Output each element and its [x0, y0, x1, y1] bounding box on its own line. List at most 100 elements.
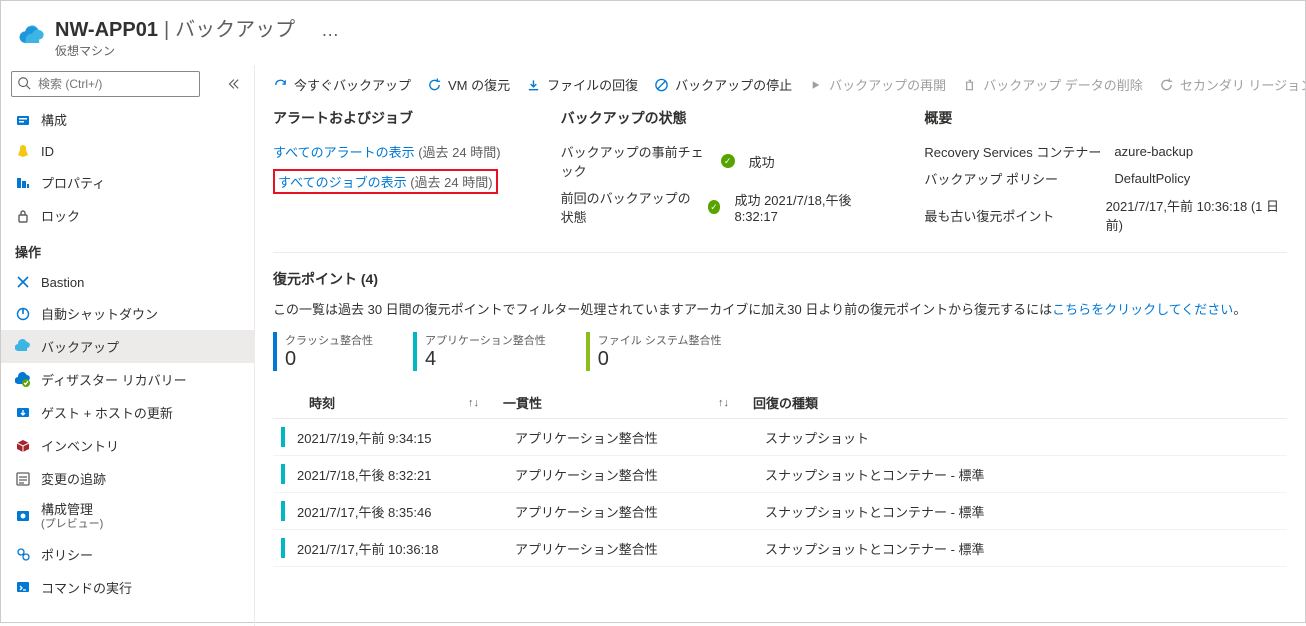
rp-consistency: アプリケーション整合性	[515, 428, 765, 447]
restore-helper-link[interactable]: こちらをクリックしてください	[1052, 302, 1233, 317]
delete-icon	[962, 77, 977, 92]
sidebar-item-lock[interactable]: ロック	[1, 199, 254, 232]
col-time-header[interactable]: 時刻 ↑↓	[273, 393, 503, 412]
toolbar-stop-button[interactable]: バックアップの停止	[654, 75, 792, 94]
blade-subtitle: バックアップ	[175, 13, 295, 42]
sidebar-item-label: ID	[41, 144, 54, 159]
restore-helper-text: この一覧は過去 30 日間の復元ポイントでフィルター処理されていますアーカイブに…	[273, 299, 1287, 318]
sidebar-item-runcmd[interactable]: コマンドの実行	[1, 571, 254, 604]
sidebar-item-label: プロパティ	[41, 173, 105, 192]
search-icon	[17, 76, 31, 90]
restore-point-row[interactable]: 2021/7/17,午後 8:35:46 アプリケーション整合性 スナップショッ…	[273, 493, 1287, 530]
collapse-sidebar-button[interactable]	[222, 73, 244, 95]
rp-recovery-type: スナップショットとコンテナー - 標準	[765, 502, 1287, 521]
col-consistency-header[interactable]: 一貫性 ↑↓	[503, 393, 753, 412]
search-input[interactable]	[11, 71, 200, 97]
id-icon	[15, 143, 31, 159]
alerts-jobs-heading: アラートおよびジョブ	[273, 108, 521, 128]
changes-icon	[15, 471, 31, 487]
policy-link[interactable]: DefaultPolicy	[1114, 171, 1190, 186]
bastion-icon	[15, 274, 31, 290]
view-all-jobs-link[interactable]: すべてのジョブの表示 (過去 24 時間)	[273, 169, 498, 194]
consistency-label: アプリケーション整合性	[425, 332, 546, 348]
success-icon: ✓	[708, 200, 721, 214]
vm-cloud-icon	[17, 22, 45, 50]
oldest-rp-label: 最も古い復元ポイント	[924, 206, 1095, 225]
restore-points-table: 時刻 ↑↓ 一貫性 ↑↓ 回復の種類 2021/7/19,午前 9:34:15 …	[273, 387, 1287, 567]
props-icon	[15, 175, 31, 191]
row-indicator	[281, 464, 285, 484]
command-bar: 今すぐバックアップ VM の復元 ファイルの回復 バックアップの停止 バックアップの再開…	[255, 65, 1305, 104]
rp-recovery-type: スナップショットとコンテナー - 標準	[765, 465, 1287, 484]
toolbar-restorevm-button[interactable]: VM の復元	[427, 75, 510, 94]
restore-point-row[interactable]: 2021/7/17,午前 10:36:18 アプリケーション整合性 スナップショ…	[273, 530, 1287, 567]
sidebar-item-config[interactable]: 構成	[1, 103, 254, 136]
sidebar: 構成 ID プロパティロック 操作 Bastion 自動シャットダウンバックアップディ…	[1, 65, 255, 626]
sidebar-item-label: ゲスト + ホストの更新	[41, 403, 173, 422]
consistency-card: アプリケーション整合性4	[413, 332, 546, 371]
sidebar-item-label: インベントリ	[41, 436, 119, 455]
rp-consistency: アプリケーション整合性	[515, 502, 765, 521]
inventory-icon	[15, 438, 31, 454]
rp-time: 2021/7/17,午後 8:35:46	[297, 502, 515, 521]
restore-point-row[interactable]: 2021/7/18,午後 8:32:21 アプリケーション整合性 スナップショッ…	[273, 456, 1287, 493]
vault-label: Recovery Services コンテナー	[924, 142, 1104, 161]
consistency-card: ファイル システム整合性0	[586, 332, 722, 371]
rp-recovery-type: スナップショットとコンテナー - 標準	[765, 539, 1287, 558]
vault-link[interactable]: azure-backup	[1114, 144, 1193, 159]
consistency-label: ファイル システム整合性	[598, 332, 722, 348]
stop-icon	[654, 77, 669, 92]
col-recovery-header[interactable]: 回復の種類	[753, 393, 1287, 412]
toolbar-label: バックアップの再開	[829, 75, 946, 94]
sidebar-item-policy[interactable]: ポリシー	[1, 538, 254, 571]
toolbar-label: VM の復元	[448, 75, 510, 94]
precheck-label: バックアップの事前チェック	[561, 142, 711, 180]
dr-icon	[15, 372, 31, 388]
sidebar-item-dr[interactable]: ディザスター リカバリー	[1, 363, 254, 396]
runcmd-icon	[15, 579, 31, 595]
last-backup-label: 前回のバックアップの状態	[561, 188, 698, 226]
backup-icon	[15, 339, 31, 355]
precheck-value: 成功	[749, 152, 775, 171]
toolbar-label: ファイルの回復	[547, 75, 638, 94]
sidebar-item-label: ポリシー	[41, 545, 93, 564]
rp-time: 2021/7/18,午後 8:32:21	[297, 465, 515, 484]
toolbar-label: バックアップの停止	[675, 75, 792, 94]
rp-time: 2021/7/19,午前 9:34:15	[297, 428, 515, 447]
update-icon	[15, 405, 31, 421]
policy-icon	[15, 546, 31, 562]
sidebar-item-bastion[interactable]: Bastion	[1, 267, 254, 297]
shutdown-icon	[15, 306, 31, 322]
restore-point-row[interactable]: 2021/7/19,午前 9:34:15 アプリケーション整合性 スナップショッ…	[273, 419, 1287, 456]
sidebar-item-label: ディザスター リカバリー	[41, 370, 187, 389]
toolbar-filerec-button[interactable]: ファイルの回復	[526, 75, 638, 94]
sort-icon: ↑↓	[718, 397, 729, 409]
sidebar-item-changes[interactable]: 変更の追跡	[1, 462, 254, 495]
sidebar-item-update[interactable]: ゲスト + ホストの更新	[1, 396, 254, 429]
consistency-value: 0	[285, 348, 373, 371]
toolbar-refresh-button[interactable]: 今すぐバックアップ	[273, 75, 411, 94]
sidebar-item-id[interactable]: ID	[1, 136, 254, 166]
sidebar-item-label: コマンドの実行	[41, 578, 132, 597]
sidebar-item-configmgmt[interactable]: 構成管理(プレビュー)	[1, 495, 254, 538]
restorevm-icon	[427, 77, 442, 92]
configmgmt-icon	[15, 508, 31, 524]
sidebar-item-label: 構成	[41, 110, 67, 129]
rp-consistency: アプリケーション整合性	[515, 539, 765, 558]
view-all-alerts-link[interactable]: すべてのアラートの表示 (過去 24 時間)	[273, 145, 501, 160]
toolbar-label: バックアップ データの削除	[983, 75, 1143, 94]
toolbar-label: 今すぐバックアップ	[294, 75, 411, 94]
sidebar-item-shutdown[interactable]: 自動シャットダウン	[1, 297, 254, 330]
secondary-icon	[1159, 77, 1174, 92]
rp-consistency: アプリケーション整合性	[515, 465, 765, 484]
sidebar-item-label: 構成管理(プレビュー)	[41, 502, 103, 531]
sidebar-item-props[interactable]: プロパティ	[1, 166, 254, 199]
sidebar-item-label: Bastion	[41, 275, 84, 290]
sidebar-item-inventory[interactable]: インベントリ	[1, 429, 254, 462]
sidebar-item-backup[interactable]: バックアップ	[1, 330, 254, 363]
more-actions-button[interactable]: …	[321, 20, 339, 41]
sidebar-item-label: ロック	[41, 206, 80, 225]
resource-title: NW-APP01	[55, 19, 158, 42]
sidebar-section-operations: 操作	[1, 232, 254, 267]
toolbar-delete-button: バックアップ データの削除	[962, 75, 1143, 94]
